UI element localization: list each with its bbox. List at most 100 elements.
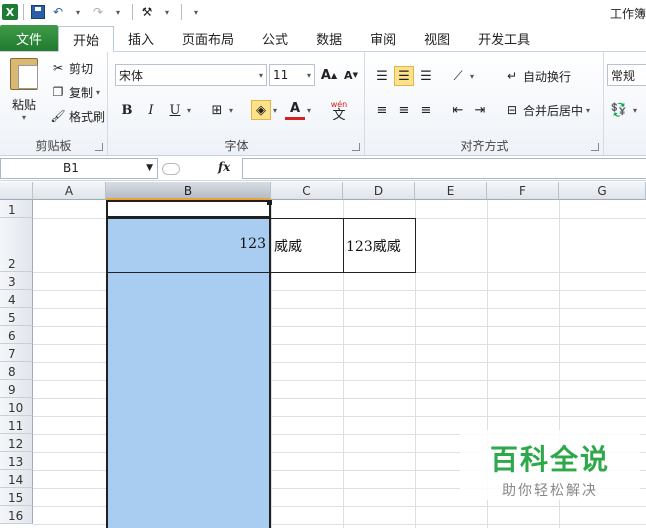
align-right-icon[interactable]: ≡: [416, 100, 436, 120]
row-header-7[interactable]: 7: [0, 344, 33, 362]
row-header-11[interactable]: 11: [0, 416, 33, 434]
tab-page-layout[interactable]: 页面布局: [168, 25, 248, 51]
accounting-dropdown-icon[interactable]: ▾: [633, 106, 637, 115]
watermark-title: 百科全说: [489, 443, 610, 476]
cell-b2[interactable]: 123: [200, 236, 266, 252]
number-format-combo[interactable]: 常规: [607, 64, 646, 86]
merge-center-button[interactable]: ⊟ 合并后居中 ▾: [504, 100, 590, 120]
row-header-8[interactable]: 8: [0, 362, 33, 380]
font-launcher-icon[interactable]: [352, 143, 360, 151]
active-cell-b1[interactable]: [106, 200, 271, 218]
orientation-dropdown-icon[interactable]: ▾: [470, 72, 474, 81]
row-header-5[interactable]: 5: [0, 308, 33, 326]
chevron-down-icon[interactable]: ▼: [146, 159, 153, 178]
redo-icon[interactable]: ↷: [89, 3, 107, 21]
row-header-16[interactable]: 16: [0, 506, 33, 524]
clipboard-icon: [10, 58, 38, 90]
row-header-1[interactable]: 1: [0, 200, 33, 218]
font-color-dropdown-icon[interactable]: ▾: [307, 106, 311, 115]
tab-data[interactable]: 数据: [302, 25, 356, 51]
row-header-10[interactable]: 10: [0, 398, 33, 416]
insert-function-icon[interactable]: fx: [218, 160, 230, 174]
save-icon[interactable]: [29, 3, 47, 21]
row-header-3[interactable]: 3: [0, 272, 33, 290]
paste-button[interactable]: 粘贴 ▾: [6, 56, 42, 126]
copy-button[interactable]: ❐ 复制 ▾: [50, 82, 100, 102]
row-header-14[interactable]: 14: [0, 470, 33, 488]
underline-button[interactable]: U: [165, 100, 185, 120]
tools-dropdown-icon[interactable]: ▾: [158, 3, 176, 21]
row-header-13[interactable]: 13: [0, 452, 33, 470]
font-name-combo[interactable]: 宋体 ▾: [115, 64, 267, 86]
merge-dropdown-icon[interactable]: ▾: [586, 106, 590, 115]
tab-insert[interactable]: 插入: [114, 25, 168, 51]
column-header-g[interactable]: G: [559, 182, 646, 200]
font-size-combo[interactable]: 11 ▾: [269, 64, 315, 86]
row-header-12[interactable]: 12: [0, 434, 33, 452]
tab-view[interactable]: 视图: [410, 25, 464, 51]
clipboard-launcher-icon[interactable]: [95, 143, 103, 151]
name-box-value: B1: [63, 161, 79, 175]
column-header-e[interactable]: E: [415, 182, 487, 200]
redo-dropdown-icon[interactable]: ▾: [109, 3, 127, 21]
row-header-6[interactable]: 6: [0, 326, 33, 344]
column-header-f[interactable]: F: [487, 182, 559, 200]
chevron-down-icon: ▾: [306, 70, 311, 80]
customize-qat-icon[interactable]: ▾: [187, 3, 205, 21]
shrink-font-icon[interactable]: A ▼: [341, 65, 361, 85]
alignment-group-label: 对齐方式: [460, 139, 509, 153]
cell-c2[interactable]: 威威: [274, 236, 302, 256]
column-header-a[interactable]: A: [33, 182, 106, 200]
format-painter-button[interactable]: 🖌 格式刷: [50, 106, 105, 126]
cell-d2[interactable]: 123威威: [346, 236, 401, 256]
select-all-corner[interactable]: [0, 182, 33, 200]
excel-logo-icon[interactable]: X: [2, 4, 18, 20]
clipboard-group: 粘贴 ▾ ✂ 剪切 ❐ 复制 ▾ 🖌 格式刷 剪贴板: [0, 52, 108, 156]
fill-handle[interactable]: [267, 200, 272, 205]
undo-dropdown-icon[interactable]: ▾: [69, 3, 87, 21]
row-header-15[interactable]: 15: [0, 488, 33, 506]
row-header-2[interactable]: 2: [0, 218, 33, 272]
align-left-icon[interactable]: ≡: [372, 100, 392, 120]
align-middle-icon[interactable]: ☰: [394, 66, 414, 86]
borders-icon[interactable]: ⊞: [207, 100, 227, 120]
row-header-4[interactable]: 4: [0, 290, 33, 308]
align-bottom-icon[interactable]: ☰: [416, 66, 436, 86]
borders-dropdown-icon[interactable]: ▾: [229, 106, 233, 115]
phonetic-guide-icon[interactable]: wén 文: [325, 96, 353, 124]
underline-dropdown-icon[interactable]: ▾: [187, 106, 191, 115]
merge-icon: ⊟: [506, 103, 518, 117]
row-header-9[interactable]: 9: [0, 380, 33, 398]
tab-file[interactable]: 文件: [0, 25, 58, 51]
align-top-icon[interactable]: ☰: [372, 66, 392, 86]
column-header-c[interactable]: C: [271, 182, 343, 200]
align-center-icon[interactable]: ≡: [394, 100, 414, 120]
font-color-icon[interactable]: A: [285, 100, 305, 120]
orientation-icon[interactable]: ⟋: [448, 66, 468, 86]
tab-developer[interactable]: 开发工具: [464, 25, 544, 51]
accounting-format-icon[interactable]: 💱: [609, 100, 629, 120]
alignment-launcher-icon[interactable]: [591, 143, 599, 151]
tab-home[interactable]: 开始: [58, 26, 115, 52]
fill-color-icon[interactable]: ◈: [251, 100, 271, 120]
fill-color-dropdown-icon[interactable]: ▾: [273, 106, 277, 115]
copy-dropdown-icon[interactable]: ▾: [96, 88, 100, 97]
column-header-b[interactable]: B: [106, 182, 271, 200]
expand-handle-icon[interactable]: [162, 163, 180, 175]
tab-review[interactable]: 审阅: [356, 25, 410, 51]
number-group: 常规 💱 ▾: [605, 52, 646, 156]
increase-indent-icon[interactable]: ⇥: [470, 100, 490, 120]
tab-formulas[interactable]: 公式: [248, 25, 302, 51]
bold-button[interactable]: B: [117, 100, 137, 120]
paste-dropdown-icon[interactable]: ▾: [22, 113, 26, 122]
formula-input[interactable]: [242, 158, 646, 179]
decrease-indent-icon[interactable]: ⇤: [448, 100, 468, 120]
wrap-text-button[interactable]: ↵ 自动换行: [504, 66, 571, 86]
column-header-d[interactable]: D: [343, 182, 415, 200]
undo-icon[interactable]: ↶: [49, 3, 67, 21]
name-box[interactable]: B1 ▼: [0, 158, 158, 179]
grow-font-icon[interactable]: A ▲: [319, 65, 339, 85]
tools-icon[interactable]: ⚒: [138, 3, 156, 21]
cut-button[interactable]: ✂ 剪切: [50, 58, 93, 78]
italic-button[interactable]: I: [141, 100, 161, 120]
